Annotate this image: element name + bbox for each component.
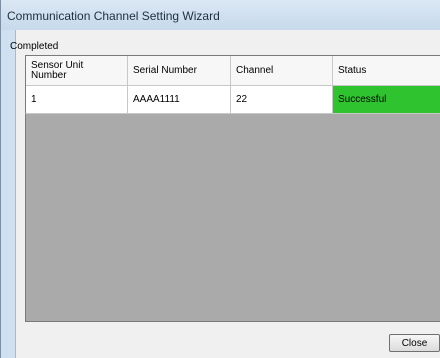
completed-group-label: Completed: [10, 41, 59, 52]
table-row[interactable]: 1 AAAA1111 22 Successful: [25, 86, 440, 114]
grid-header-row: Sensor Unit Number Serial Number Channel…: [26, 56, 440, 86]
title-bar[interactable]: Communication Channel Setting Wizard: [1, 0, 440, 30]
cell-sensor-unit-number[interactable]: 1: [25, 86, 128, 114]
cell-channel[interactable]: 22: [231, 86, 333, 114]
column-header-status[interactable]: Status: [333, 56, 440, 86]
column-header-channel[interactable]: Channel: [231, 56, 333, 86]
column-header-sensor-unit-number[interactable]: Sensor Unit Number: [26, 56, 128, 86]
results-grid[interactable]: Sensor Unit Number Serial Number Channel…: [25, 55, 440, 322]
header-text: Status: [338, 64, 367, 76]
header-text: Channel: [236, 64, 274, 76]
header-text: Sensor Unit Number: [31, 59, 84, 81]
cell-status[interactable]: Successful: [333, 86, 440, 114]
header-text: Serial Number: [133, 64, 197, 76]
window-title: Communication Channel Setting Wizard: [7, 9, 220, 23]
column-header-serial-number[interactable]: Serial Number: [128, 56, 231, 86]
cell-serial-number[interactable]: AAAA1111: [128, 86, 231, 114]
close-button[interactable]: Close: [389, 334, 440, 352]
